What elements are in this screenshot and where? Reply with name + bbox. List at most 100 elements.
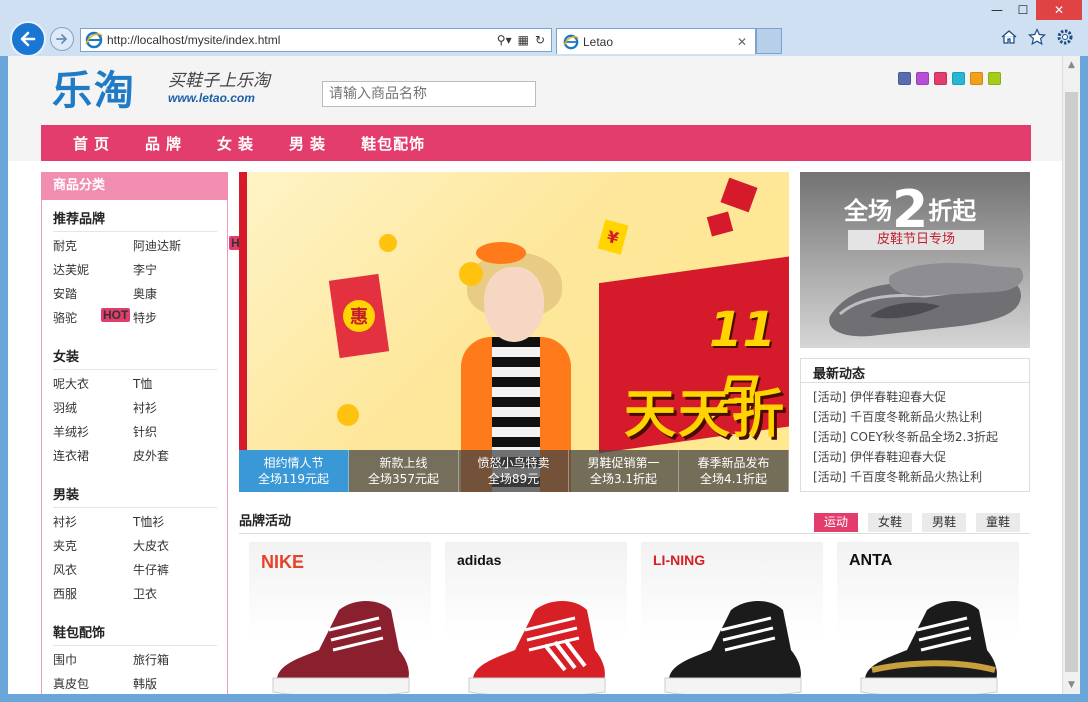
product-card[interactable]: adidas (445, 542, 627, 694)
banner-tab[interactable]: 新款上线 全场357元起 (349, 450, 459, 492)
theme-swatch-1[interactable] (916, 72, 929, 85)
category-title: 男装 (53, 476, 217, 508)
close-window-button[interactable]: ✕ (1036, 0, 1082, 20)
category-item[interactable]: 特步 (133, 309, 213, 328)
favorites-star-icon[interactable] (1028, 28, 1046, 46)
brand-tab[interactable]: 运动 (814, 513, 858, 532)
refresh-icon[interactable]: ↻ (535, 33, 545, 47)
nav-men[interactable]: 男装 (289, 133, 331, 154)
category-item[interactable]: 羊绒衫 (53, 423, 133, 442)
scroll-thumb[interactable] (1065, 92, 1078, 672)
category-item[interactable]: 皮外套 (133, 447, 213, 466)
category-item[interactable]: 羽绒 (53, 399, 133, 418)
banner-tab-offer: 全场3.1折起 (589, 472, 658, 486)
settings-gear-icon[interactable] (1056, 28, 1074, 46)
back-button[interactable] (10, 21, 46, 57)
search-icon[interactable]: ⚲▾ (497, 33, 512, 47)
close-tab-icon[interactable]: ✕ (737, 35, 755, 49)
minimize-button[interactable]: — (984, 0, 1010, 20)
category-item[interactable]: 风衣 (53, 561, 133, 580)
category-item[interactable]: 围巾 (53, 651, 133, 670)
scroll-up-icon[interactable]: ▲ (1063, 56, 1080, 74)
url-text[interactable]: http://localhost/mysite/index.html (107, 33, 497, 47)
category-item[interactable]: T恤衫 (133, 513, 213, 532)
news-item[interactable]: [活动] COEY秋冬新品全场2.3折起 (813, 427, 1029, 447)
browser-tab[interactable]: Letao ✕ (556, 28, 756, 54)
theme-swatch-4[interactable] (970, 72, 983, 85)
category-item[interactable]: 牛仔裤 (133, 561, 213, 580)
brand-activity-title: 品牌活动 (239, 514, 292, 529)
news-title: 最新动态 (801, 359, 1029, 383)
banner-tab[interactable]: 相约情人节 全场119元起 (239, 450, 349, 492)
category-item[interactable]: 夹克 (53, 537, 133, 556)
category-item[interactable]: 针织 (133, 423, 213, 442)
nav-brand[interactable]: 品牌 (145, 133, 187, 154)
nav-women[interactable]: 女装 (217, 133, 259, 154)
banner-tab[interactable]: 男鞋促销第一 全场3.1折起 (569, 450, 679, 492)
address-bar[interactable]: http://localhost/mysite/index.html ⚲▾ ▦ … (80, 28, 552, 52)
news-item[interactable]: [活动] 伊伴春鞋迎春大促 (813, 447, 1029, 467)
news-item[interactable]: [活动] 伊伴春鞋迎春大促 (813, 387, 1029, 407)
category-item[interactable]: 衬衫 (133, 399, 213, 418)
theme-swatch-2[interactable] (934, 72, 947, 85)
category-item-label: 韩版 (133, 677, 158, 691)
category-item[interactable]: 阿迪达斯HOT (133, 236, 259, 256)
category-item[interactable]: 呢大衣 (53, 375, 133, 394)
banner-tab-title: 相约情人节 (263, 456, 324, 470)
new-tab-button[interactable] (756, 28, 782, 54)
maximize-button[interactable]: ☐ (1010, 0, 1036, 20)
home-icon[interactable] (1000, 28, 1018, 46)
promo-banner[interactable]: 全场2折起 皮鞋节日专场 (800, 172, 1030, 348)
category-item[interactable]: 连衣裙 (53, 447, 133, 466)
category-item[interactable]: 大皮衣 (133, 537, 213, 556)
news-item[interactable]: [活动] 千百度冬靴新品火热让利 (813, 467, 1029, 487)
vertical-scrollbar[interactable]: ▲ ▼ (1062, 56, 1080, 694)
category-item[interactable]: T恤 (133, 375, 213, 394)
slogan-text: 买鞋子上乐淘 (168, 71, 270, 91)
category-item[interactable]: 骆驼 HOT (53, 308, 133, 328)
banner-tab[interactable]: 春季新品发布 全场4.1折起 (679, 450, 789, 492)
category-item[interactable]: 达芙妮 (53, 261, 133, 280)
news-item[interactable]: [活动] 千百度冬靴新品火热让利 (813, 407, 1029, 427)
theme-swatch-5[interactable] (988, 72, 1001, 85)
nav-accessories[interactable]: 鞋包配饰 (361, 133, 425, 154)
theme-swatch-3[interactable] (952, 72, 965, 85)
brand-activity-header: 品牌活动 运动 女鞋 男鞋 童鞋 (239, 506, 1030, 534)
category-item[interactable]: 卫衣 (133, 585, 213, 604)
forward-button[interactable] (50, 27, 74, 51)
product-search-input[interactable] (322, 81, 536, 107)
product-card[interactable]: ANTA (837, 542, 1019, 694)
category-item[interactable]: 奥康 (133, 285, 213, 304)
scroll-down-icon[interactable]: ▼ (1063, 676, 1080, 694)
category-item-label: 大皮衣 (133, 539, 170, 553)
gift-box-decor (706, 211, 734, 237)
category-item[interactable]: 韩版 (133, 675, 213, 694)
model-image (476, 242, 526, 264)
hero-banner[interactable]: 惠 11月 天天折 ¥ 相约情人节 全场119元起 新款上线 全场357元起 愤怒小鸟特… (239, 172, 789, 492)
category-item[interactable]: 耐克 (53, 237, 133, 256)
category-item[interactable]: 李宁 (133, 261, 213, 280)
banner-tab[interactable]: 愤怒小鸟特卖 全场89元 (459, 450, 569, 492)
category-item[interactable]: 安踏 (53, 285, 133, 304)
promo-title-prefix: 全场 (844, 197, 892, 225)
logo-text: 乐淘 (52, 68, 136, 114)
brand-tab[interactable]: 男鞋 (922, 513, 966, 532)
compatibility-icon[interactable]: ▦ (518, 33, 529, 47)
coin-decor (337, 404, 359, 426)
brand-tab[interactable]: 童鞋 (976, 513, 1020, 532)
nav-home[interactable]: 首页 (73, 133, 115, 154)
product-card[interactable]: LI-NING (641, 542, 823, 694)
site-logo[interactable]: 乐淘 (52, 58, 136, 116)
theme-swatch-0[interactable] (898, 72, 911, 85)
brand-tab[interactable]: 女鞋 (868, 513, 912, 532)
category-item-label: 牛仔裤 (133, 563, 170, 577)
category-item[interactable]: 衬衫 (53, 513, 133, 532)
category-group: 鞋包配饰围巾旅行箱真皮包韩版达芙妮单肩包 (42, 614, 227, 694)
category-item[interactable]: 真皮包 (53, 675, 133, 694)
category-item[interactable]: 旅行箱 (133, 651, 213, 670)
category-item[interactable]: 西服 (53, 585, 133, 604)
product-card[interactable]: NIKE (249, 542, 431, 694)
slogan: 买鞋子上乐淘 www.letao.com (168, 66, 270, 105)
sneaker-image (664, 601, 802, 694)
theme-swatches (898, 72, 1001, 85)
